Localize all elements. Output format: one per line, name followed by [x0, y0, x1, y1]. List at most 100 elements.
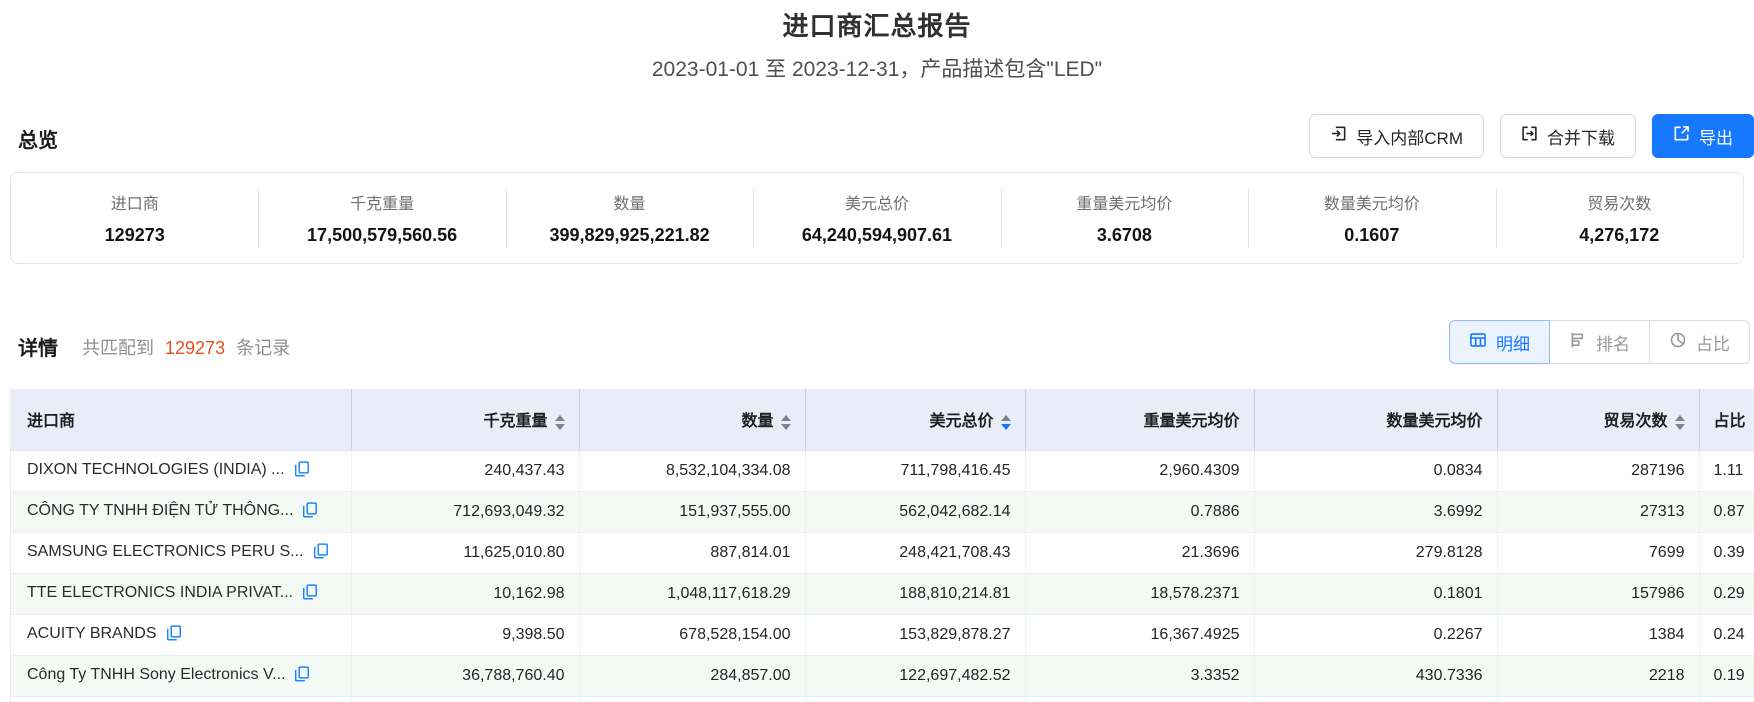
merge-download-label: 合并下载 [1547, 128, 1615, 148]
cell-usd-per-qty: 3.6992 [1254, 491, 1498, 533]
cell-kg-weight: 712,693,049.32 [351, 491, 580, 533]
stat-label: 数量 [613, 196, 646, 213]
cell-quantity: 284,857.00 [579, 655, 806, 697]
col-label: 美元总价 [929, 413, 994, 431]
col-label: 进口商 [27, 413, 76, 431]
copy-icon[interactable] [302, 583, 318, 605]
stat-value: 64,240,594,907.61 [801, 225, 953, 245]
cell-usd-per-qty: 279.8128 [1254, 532, 1498, 574]
col-header-trade-count[interactable]: 贸易次数 [1497, 389, 1700, 451]
ranking-icon [1569, 331, 1587, 354]
cell-share: 0.87 [1699, 491, 1754, 533]
importer-name: TTE ELECTRONICS INDIA PRIVAT... [27, 583, 294, 601]
table-grid-icon [1469, 331, 1487, 354]
cell-usd-per-kg: 2,960.4309 [1025, 450, 1255, 492]
import-icon [1330, 125, 1347, 147]
pie-chart-icon [1669, 331, 1687, 354]
cell-trade-count: 2218 [1497, 655, 1700, 697]
tab-detail-label: 明细 [1496, 334, 1530, 354]
col-header-kg-weight[interactable]: 千克重量 [351, 389, 580, 451]
stat-usd-per-kg: 重量美元均价 3.6708 [1000, 173, 1248, 263]
tab-ranking[interactable]: 排名 [1549, 320, 1650, 364]
sort-icon-active-desc [1000, 414, 1011, 430]
importer-name: Công Ty TNHH Sony Electronics V... [27, 665, 286, 683]
importer-name: SAMSUNG ELECTRONICS PERU S... [27, 542, 304, 560]
table-row: DIXON TECHNOLOGIES (INDIA) ... 240,437.4… [11, 450, 1754, 492]
cell-share: 1.11 [1699, 450, 1754, 492]
col-label: 占比 [1713, 413, 1746, 431]
tab-share[interactable]: 占比 [1649, 320, 1750, 364]
cell-quantity: 151,937,555.00 [579, 491, 806, 533]
stat-importers: 进口商 129273 [11, 173, 258, 263]
col-header-quantity[interactable]: 数量 [579, 389, 806, 451]
cell-usd-per-kg: 18,578.2371 [1025, 573, 1255, 615]
overview-stats-card: 进口商 129273 千克重量 17,500,579,560.56 数量 399… [10, 172, 1744, 264]
stat-label: 美元总价 [844, 196, 909, 213]
stat-label: 千克重量 [350, 196, 415, 213]
col-header-usd-per-qty: 数量美元均价 [1254, 389, 1498, 451]
cell-usd-per-qty: 0.0834 [1254, 450, 1498, 492]
cell-usd-per-qty: 0.1801 [1254, 573, 1498, 615]
match-suffix: 条记录 [236, 338, 291, 358]
table-row: Công Ty TNHH Sony Electronics V... 36,78… [11, 655, 1754, 697]
overview-heading: 总览 [18, 130, 58, 152]
page-subtitle: 2023-01-01 至 2023-12-31，产品描述包含"LED" [651, 58, 1103, 81]
stat-value: 129273 [104, 225, 165, 245]
cell-quantity: 678,528,154.00 [579, 614, 806, 656]
cell-usd-total: 711,798,416.45 [805, 450, 1026, 492]
col-header-usd-total[interactable]: 美元总价 [805, 389, 1026, 451]
cell-usd-per-qty: 430.7336 [1254, 655, 1498, 697]
copy-icon[interactable] [294, 460, 310, 482]
stat-value: 0.1607 [1344, 225, 1400, 245]
tab-detail[interactable]: 明细 [1449, 320, 1550, 364]
merge-icon [1521, 125, 1538, 147]
sort-icon [780, 414, 791, 430]
cell-share: 0.24 [1699, 614, 1754, 656]
export-label: 导出 [1699, 128, 1733, 148]
export-icon [1673, 125, 1690, 147]
cell-kg-weight: 240,437.43 [351, 450, 580, 492]
col-header-usd-per-kg: 重量美元均价 [1025, 389, 1255, 451]
col-header-importer: 进口商 [11, 389, 352, 451]
cell-usd-per-kg: 0.7886 [1025, 491, 1255, 533]
export-button[interactable]: 导出 [1652, 114, 1754, 158]
cell-trade-count: 157986 [1497, 573, 1700, 615]
cell-usd-per-qty: 0.2267 [1254, 614, 1498, 656]
copy-icon[interactable] [294, 665, 310, 687]
stat-label: 重量美元均价 [1076, 196, 1173, 213]
cell-trade-count: 287196 [1497, 450, 1700, 492]
stat-value: 17,500,579,560.56 [307, 225, 458, 245]
stat-value: 4,276,172 [1579, 225, 1660, 245]
stat-kg-weight: 千克重量 17,500,579,560.56 [258, 173, 505, 263]
copy-icon[interactable] [166, 624, 182, 646]
import-crm-label: 导入内部CRM [1356, 128, 1463, 148]
table-row-partial [11, 696, 1754, 702]
stat-trade-count: 贸易次数 4,276,172 [1495, 173, 1743, 263]
importer-name: CÔNG TY TNHH ĐIỆN TỬ THÔNG... [27, 501, 294, 519]
copy-icon[interactable] [302, 501, 318, 523]
tab-share-label: 占比 [1696, 334, 1730, 354]
match-count: 129273 [165, 338, 226, 358]
table-row: ACUITY BRANDS 9,398.50 678,528,154.00 15… [11, 614, 1754, 656]
copy-icon[interactable] [313, 542, 329, 564]
cell-trade-count: 7699 [1497, 532, 1700, 574]
tab-ranking-label: 排名 [1596, 334, 1630, 354]
cell-kg-weight: 10,162.98 [351, 573, 580, 615]
sort-icon [1674, 414, 1685, 430]
merge-download-button[interactable]: 合并下载 [1500, 114, 1636, 158]
cell-trade-count: 1384 [1497, 614, 1700, 656]
col-label: 数量美元均价 [1386, 413, 1483, 431]
col-label: 贸易次数 [1603, 413, 1668, 431]
stat-quantity: 数量 399,829,925,221.82 [505, 173, 753, 263]
cell-quantity: 1,048,117,618.29 [579, 573, 806, 615]
importers-table-container: 进口商 千克重量 数量 美元总价 重量美元均价 数量美元均价 贸易次数 占比 D… [10, 389, 1754, 702]
table-header-row: 进口商 千克重量 数量 美元总价 重量美元均价 数量美元均价 贸易次数 占比 [11, 389, 1754, 451]
stat-label: 进口商 [110, 196, 159, 213]
match-prefix: 共匹配到 [82, 338, 154, 358]
cell-usd-total: 248,421,708.43 [805, 532, 1026, 574]
import-crm-button[interactable]: 导入内部CRM [1309, 114, 1484, 158]
stat-value: 3.6708 [1096, 225, 1152, 245]
details-heading: 详情 [18, 338, 58, 360]
stat-label: 数量美元均价 [1323, 196, 1420, 213]
cell-quantity: 887,814.01 [579, 532, 806, 574]
